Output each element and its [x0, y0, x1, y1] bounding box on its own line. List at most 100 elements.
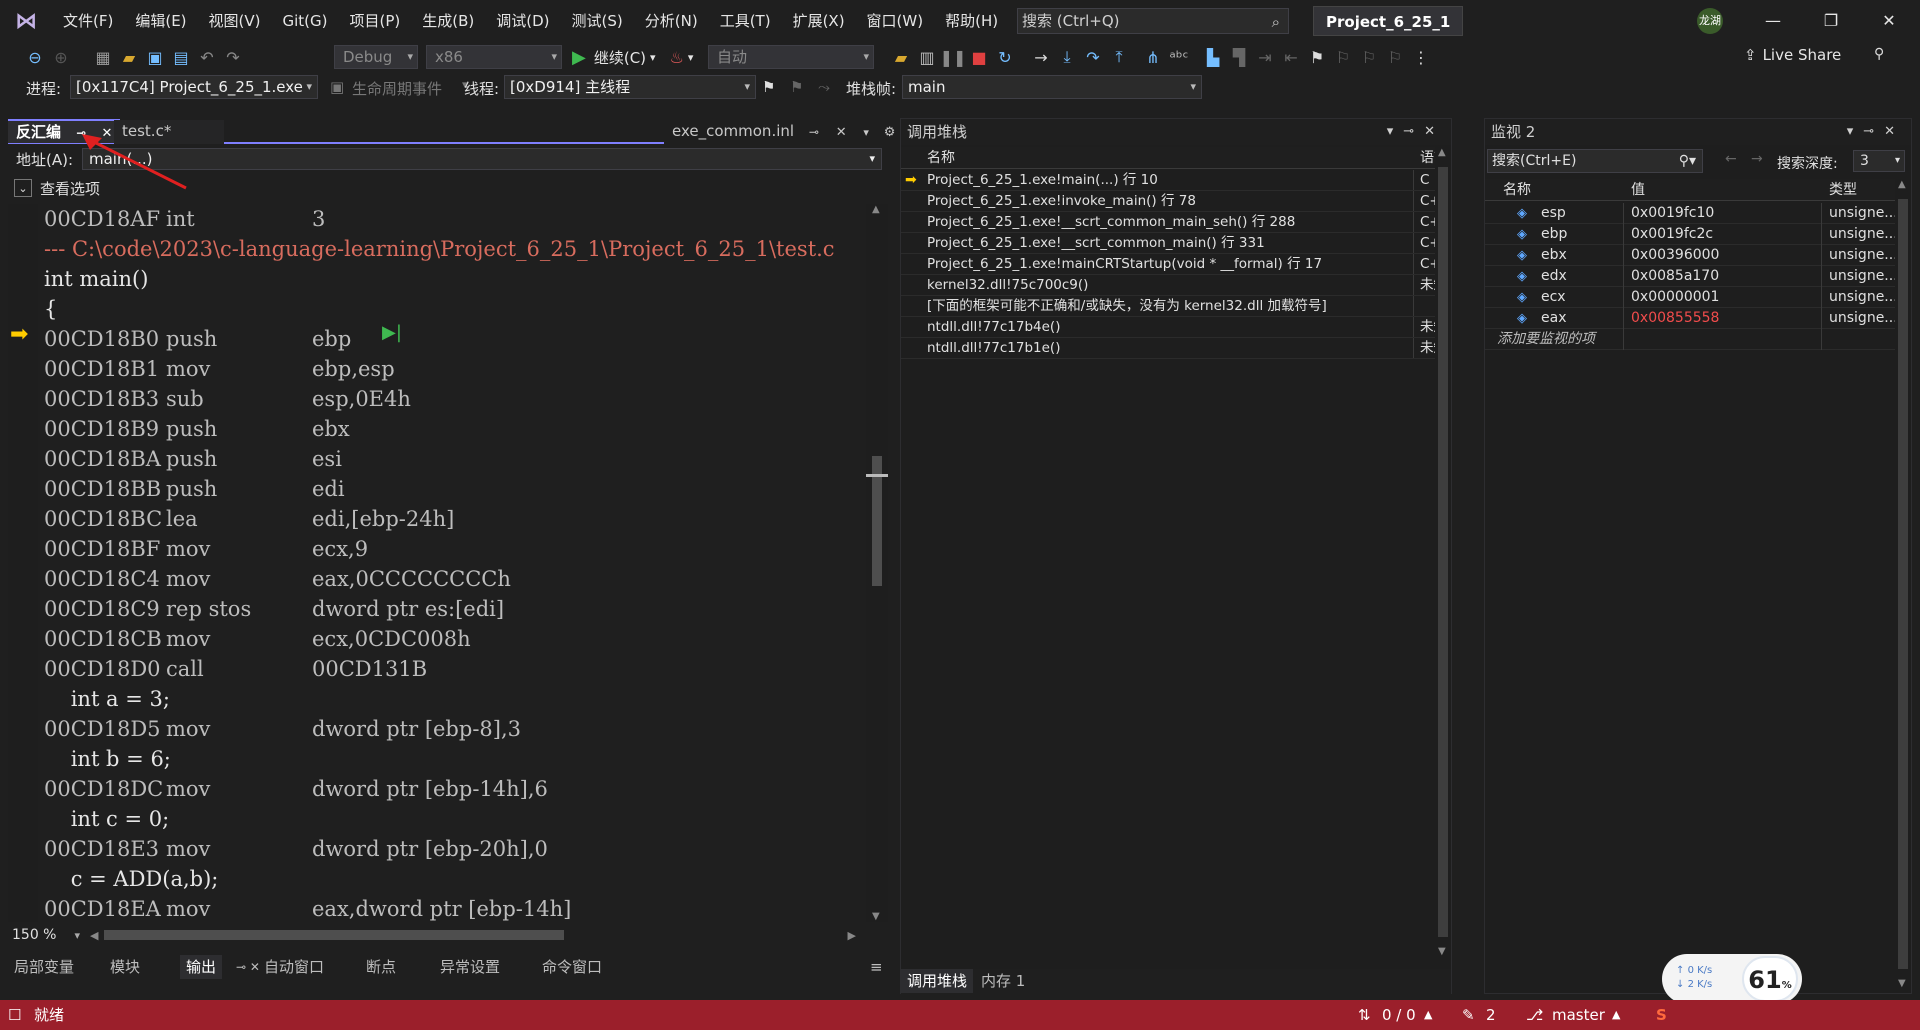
menu-item[interactable]: 测试(S)	[561, 0, 634, 42]
restart-icon[interactable]: ↻	[992, 44, 1018, 70]
asm-line[interactable]: 00CD18C4 mov eax,0CCCCCCCCh	[44, 564, 864, 594]
menu-item[interactable]: 工具(T)	[709, 0, 782, 42]
redo-icon[interactable]: ↷	[220, 44, 246, 70]
horizontal-scroll-thumb[interactable]	[104, 930, 565, 940]
feedback-icon[interactable]: ⚲	[1874, 46, 1884, 62]
address-input[interactable]: main(...) ▾	[82, 148, 882, 170]
navigate-forward-icon[interactable]: ⊕	[48, 44, 74, 70]
input-method-icon[interactable]: S	[1656, 1000, 1667, 1030]
tool-tab[interactable]: 输出	[180, 955, 223, 979]
watch-value[interactable]: 0x0019fc10	[1631, 203, 1714, 224]
tab-call-stack[interactable]: 调用堆栈	[901, 969, 974, 993]
next-bookmark-icon[interactable]: ⚐	[1356, 44, 1382, 70]
asm-line[interactable]: 00CD18BC lea edi,[ebp-24h]	[44, 504, 864, 534]
tab-exe-common[interactable]: exe_common.inl ⊸ ✕ ▾ ⚙	[664, 120, 904, 144]
asm-line[interactable]: 00CD18B0 push ebp	[44, 324, 864, 354]
call-stack-row[interactable]: ntdll.dll!77c17b1e()未知	[901, 338, 1437, 359]
asm-line[interactable]: 00CD18BB push edi	[44, 474, 864, 504]
source-line[interactable]: c = ADD(a,b);	[44, 864, 864, 894]
save-all-icon[interactable]: ▤	[168, 44, 194, 70]
zoom-level[interactable]: 150 %	[12, 927, 56, 943]
pause-icon[interactable]: ❚❚	[940, 44, 967, 70]
asm-line[interactable]: 00CD18CB mov ecx,0CDC008h	[44, 624, 864, 654]
open-folder-icon[interactable]: ▰	[116, 44, 142, 70]
branch-icon[interactable]: ⎇	[1526, 1000, 1543, 1030]
folder-icon[interactable]: ▰	[888, 44, 914, 70]
menu-item[interactable]: 扩展(X)	[782, 0, 856, 42]
flag-thread-icon[interactable]: ⚑	[762, 78, 775, 96]
asm-line[interactable]: 00CD18DC mov dword ptr [ebp-14h],6	[44, 774, 864, 804]
column-value-header[interactable]: 值	[1631, 179, 1645, 199]
live-share-button[interactable]: ⇪ Live Share	[1744, 46, 1841, 64]
source-line[interactable]: {	[44, 294, 864, 324]
continue-button[interactable]: ▶ 继续(C) ▾ ♨ ▾	[572, 45, 693, 69]
call-stack-row[interactable]: Project_6_25_1.exe!invoke_main() 行 78C++	[901, 191, 1437, 212]
column-type-header[interactable]: 类型	[1829, 179, 1857, 199]
editor-gutter[interactable]	[8, 204, 38, 922]
hot-reload-icon[interactable]: ♨	[670, 48, 684, 67]
step-into-icon[interactable]: ⤓	[1054, 44, 1080, 70]
asm-line[interactable]: 00CD18D0 call 00CD131B	[44, 654, 864, 684]
spell-check-icon[interactable]: ᵃᵇᶜ	[1166, 44, 1192, 70]
source-line[interactable]: int c = 0;	[44, 804, 864, 834]
source-path-line[interactable]: --- C:\code\2023\c-language-learning\Pro…	[44, 234, 864, 264]
call-stack-row[interactable]: ntdll.dll!77c17b4e()未知	[901, 317, 1437, 338]
pane-controls[interactable]: ▾⊸✕	[1847, 119, 1905, 145]
search-forward-icon[interactable]: →	[1751, 151, 1763, 167]
tool-tab[interactable]: 模块	[104, 955, 146, 979]
tab-list-dropdown-icon[interactable]: ▾	[863, 126, 869, 139]
tab-memory-1[interactable]: 内存 1	[975, 969, 1031, 993]
call-stack-row[interactable]: ➡ Project_6_25_1.exe!main(...) 行 10 C	[901, 170, 1437, 191]
menu-item[interactable]: Git(G)	[272, 0, 339, 42]
watch-search-input[interactable]: 搜索(Ctrl+E) ⚲▾	[1487, 149, 1703, 173]
watch-value[interactable]: 0x0019fc2c	[1631, 224, 1713, 245]
watch-value[interactable]: 0x00396000	[1631, 245, 1719, 266]
menu-item[interactable]: 生成(B)	[411, 0, 485, 42]
tab-output-controls[interactable]: ⊸ ✕	[230, 955, 266, 979]
restore-icon[interactable]: ❐	[1802, 0, 1860, 42]
search-depth-select[interactable]: 3 ▾	[1853, 150, 1905, 172]
tab-overflow-icon[interactable]: ≡	[864, 955, 889, 979]
watch-row[interactable]: ◈ edx 0x0085a170 unsigne...	[1485, 266, 1898, 287]
call-stack-row[interactable]: kernel32.dll!75c700c9()未知	[901, 275, 1437, 296]
source-line[interactable]: int main()	[44, 264, 864, 294]
watch-row[interactable]: ◈ ebx 0x00396000 unsigne...	[1485, 245, 1898, 266]
call-stack-row[interactable]: Project_6_25_1.exe!mainCRTStartup(void *…	[901, 254, 1437, 275]
user-avatar[interactable]: 龙湖	[1697, 8, 1723, 34]
process-select[interactable]: [0x117C4] Project_6_25_1.exe ▾	[70, 75, 318, 99]
watch-value[interactable]: 0x00000001	[1631, 287, 1719, 308]
undo-icon[interactable]: ↶	[194, 44, 220, 70]
thread-select[interactable]: [0xD914] 主线程 ▾	[504, 75, 756, 99]
network-speed-widget[interactable]: ↑ 0 K/s ↓ 2 K/s 61%	[1662, 954, 1802, 1004]
menu-item[interactable]: 项目(P)	[339, 0, 412, 42]
editor-vertical-scrollbar[interactable]: ▲ ▼	[866, 204, 888, 922]
menu-item[interactable]: 编辑(E)	[124, 0, 197, 42]
menu-item[interactable]: 调试(D)	[485, 0, 560, 42]
close-window-icon[interactable]: ✕	[1860, 0, 1918, 42]
asm-line[interactable]: 00CD18D5 mov dword ptr [ebp-8],3	[44, 714, 864, 744]
minimize-icon[interactable]: —	[1744, 0, 1802, 42]
column-name-header[interactable]: 名称	[927, 147, 955, 167]
solution-name-badge[interactable]: Project_6_25_1	[1313, 6, 1464, 36]
stop-icon[interactable]: ■	[966, 44, 992, 70]
asm-line[interactable]: 00CD18E3 mov dword ptr [ebp-20h],0	[44, 834, 864, 864]
search-back-icon[interactable]: ←	[1725, 151, 1737, 167]
pending-edits[interactable]: 2	[1486, 1000, 1496, 1030]
clear-bookmark-icon[interactable]: ⚐	[1382, 44, 1408, 70]
toolbar-overflow-icon[interactable]: ⋮	[1408, 44, 1434, 70]
asm-line[interactable]: 00CD18BF mov ecx,9	[44, 534, 864, 564]
bookmark-icon[interactable]: ⚑	[1304, 44, 1330, 70]
menu-item[interactable]: 分析(N)	[634, 0, 709, 42]
call-stack-row[interactable]: Project_6_25_1.exe!__scrt_common_main_se…	[901, 212, 1437, 233]
settings-gear-icon[interactable]: ⚙	[884, 125, 896, 140]
save-icon[interactable]: ▣	[142, 44, 168, 70]
pane-controls[interactable]: ▾⊸✕	[1387, 119, 1445, 145]
prev-bookmark-icon[interactable]: ⚐	[1330, 44, 1356, 70]
run-to-cursor-icon[interactable]: ▶|	[382, 322, 402, 343]
watch-row[interactable]: ◈ eax 0x00855558 unsigne...	[1485, 308, 1898, 329]
source-line[interactable]: int b = 6;	[44, 744, 864, 774]
configuration-select[interactable]: Debug ▾	[334, 45, 418, 69]
navigate-back-icon[interactable]: ⊖	[22, 44, 48, 70]
flag-toggle-icon[interactable]: ⚑	[790, 78, 803, 96]
uncomment-icon[interactable]: ▜	[1226, 44, 1252, 70]
